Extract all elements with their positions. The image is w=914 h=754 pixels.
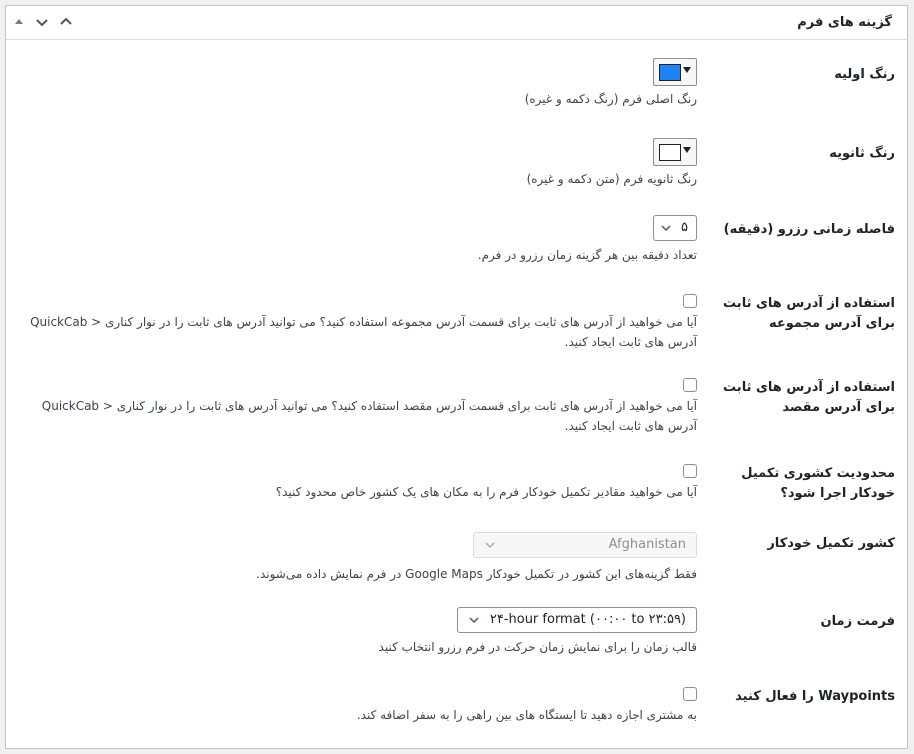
country-restrict-label: محدودیت کشوری تکمیل خودکار اجرا شود؟ (741, 466, 895, 501)
primary-color-description: رنگ اصلی فرم (رنگ دکمه و غیره) (524, 92, 697, 106)
booking-interval-label: فاصله زمانی رزرو (دقیقه) (723, 222, 895, 237)
time-format-field: ۲۴-hour format (۰۰:۰۰ to ۲۳:۵۹) قالب زما… (217, 607, 697, 657)
secondary-color-description: رنگ ثانویه فرم (متن دکمه و غیره) (526, 172, 697, 186)
time-format-description: قالب زمان را برای نمایش زمان حرکت در فرم… (378, 640, 697, 654)
booking-interval-value: ۵ (681, 220, 688, 235)
waypoints-label: Waypoints را فعال کنید (735, 689, 895, 704)
chevron-down-icon (469, 617, 479, 624)
caret-down-icon (683, 147, 691, 153)
secondary-color-field: رنگ ثانویه فرم (متن دکمه و غیره) (217, 138, 697, 189)
fixed-destination-checkbox[interactable] (683, 378, 697, 392)
fixed-destination-field: آیا می خواهید از آدرس های ثابت برای قسمت… (27, 378, 697, 436)
move-up-icon[interactable] (11, 14, 27, 30)
time-format-select[interactable]: ۲۴-hour format (۰۰:۰۰ to ۲۳:۵۹) (457, 607, 697, 633)
autocomplete-country-select[interactable]: Afghanistan (473, 532, 697, 558)
autocomplete-country-label: کشور تکمیل خودکار (767, 536, 895, 551)
autocomplete-country-description: فقط گزینه‌های این کشور در تکمیل خودکار G… (256, 567, 697, 581)
country-restrict-description: آیا می خواهید مقادیر تکمیل خودکار فرم را… (275, 485, 697, 499)
fixed-destination-label: استفاده از آدرس های ثابت برای آدرس مقصد (723, 380, 895, 415)
country-restrict-checkbox[interactable] (683, 464, 697, 478)
time-format-value: ۲۴-hour format (۰۰:۰۰ to ۲۳:۵۹) (489, 612, 686, 627)
panel-title: گزینه های فرم (797, 15, 892, 30)
primary-color-picker[interactable] (653, 58, 697, 86)
booking-interval-select[interactable]: ۵ (653, 215, 697, 241)
secondary-color-label: رنگ ثانویه (829, 146, 895, 161)
chevron-up-icon[interactable] (58, 14, 74, 30)
secondary-color-swatch (659, 144, 681, 161)
booking-interval-field: ۵ تعداد دقیقه بین هر گزینه زمان رزرو در … (217, 215, 697, 265)
form-options-panel: گزینه های فرم رنگ اولیه رنگ اصلی فرم (رن… (5, 5, 908, 749)
fixed-destination-description: آیا می خواهید از آدرس های ثابت برای قسمت… (41, 399, 697, 433)
caret-down-icon (683, 67, 691, 73)
chevron-down-icon (485, 542, 495, 549)
panel-header: گزینه های فرم (6, 6, 907, 40)
waypoints-field: به مشتری اجازه دهید تا ایستگاه های بین ر… (217, 687, 697, 725)
chevron-down-icon (661, 225, 671, 232)
booking-interval-description: تعداد دقیقه بین هر گزینه زمان رزرو در فر… (477, 248, 697, 262)
fixed-pickup-label: استفاده از آدرس های ثابت برای آدرس مجموع… (723, 296, 895, 331)
autocomplete-country-field: Afghanistan فقط گزینه‌های این کشور در تک… (217, 532, 697, 584)
primary-color-label: رنگ اولیه (834, 67, 895, 82)
waypoints-description: به مشتری اجازه دهید تا ایستگاه های بین ر… (356, 708, 697, 722)
chevron-down-icon[interactable] (34, 14, 50, 30)
waypoints-checkbox[interactable] (683, 687, 697, 701)
time-format-label: فرمت زمان (820, 614, 895, 629)
fixed-pickup-checkbox[interactable] (683, 294, 697, 308)
fixed-pickup-description: آیا می خواهید از آدرس های ثابت برای قسمت… (30, 315, 697, 349)
primary-color-swatch (659, 64, 681, 81)
country-restrict-field: آیا می خواهید مقادیر تکمیل خودکار فرم را… (27, 464, 697, 502)
primary-color-field: رنگ اصلی فرم (رنگ دکمه و غیره) (217, 58, 697, 109)
autocomplete-country-value: Afghanistan (608, 537, 686, 552)
fixed-pickup-field: آیا می خواهید از آدرس های ثابت برای قسمت… (27, 294, 697, 352)
secondary-color-picker[interactable] (653, 138, 697, 166)
